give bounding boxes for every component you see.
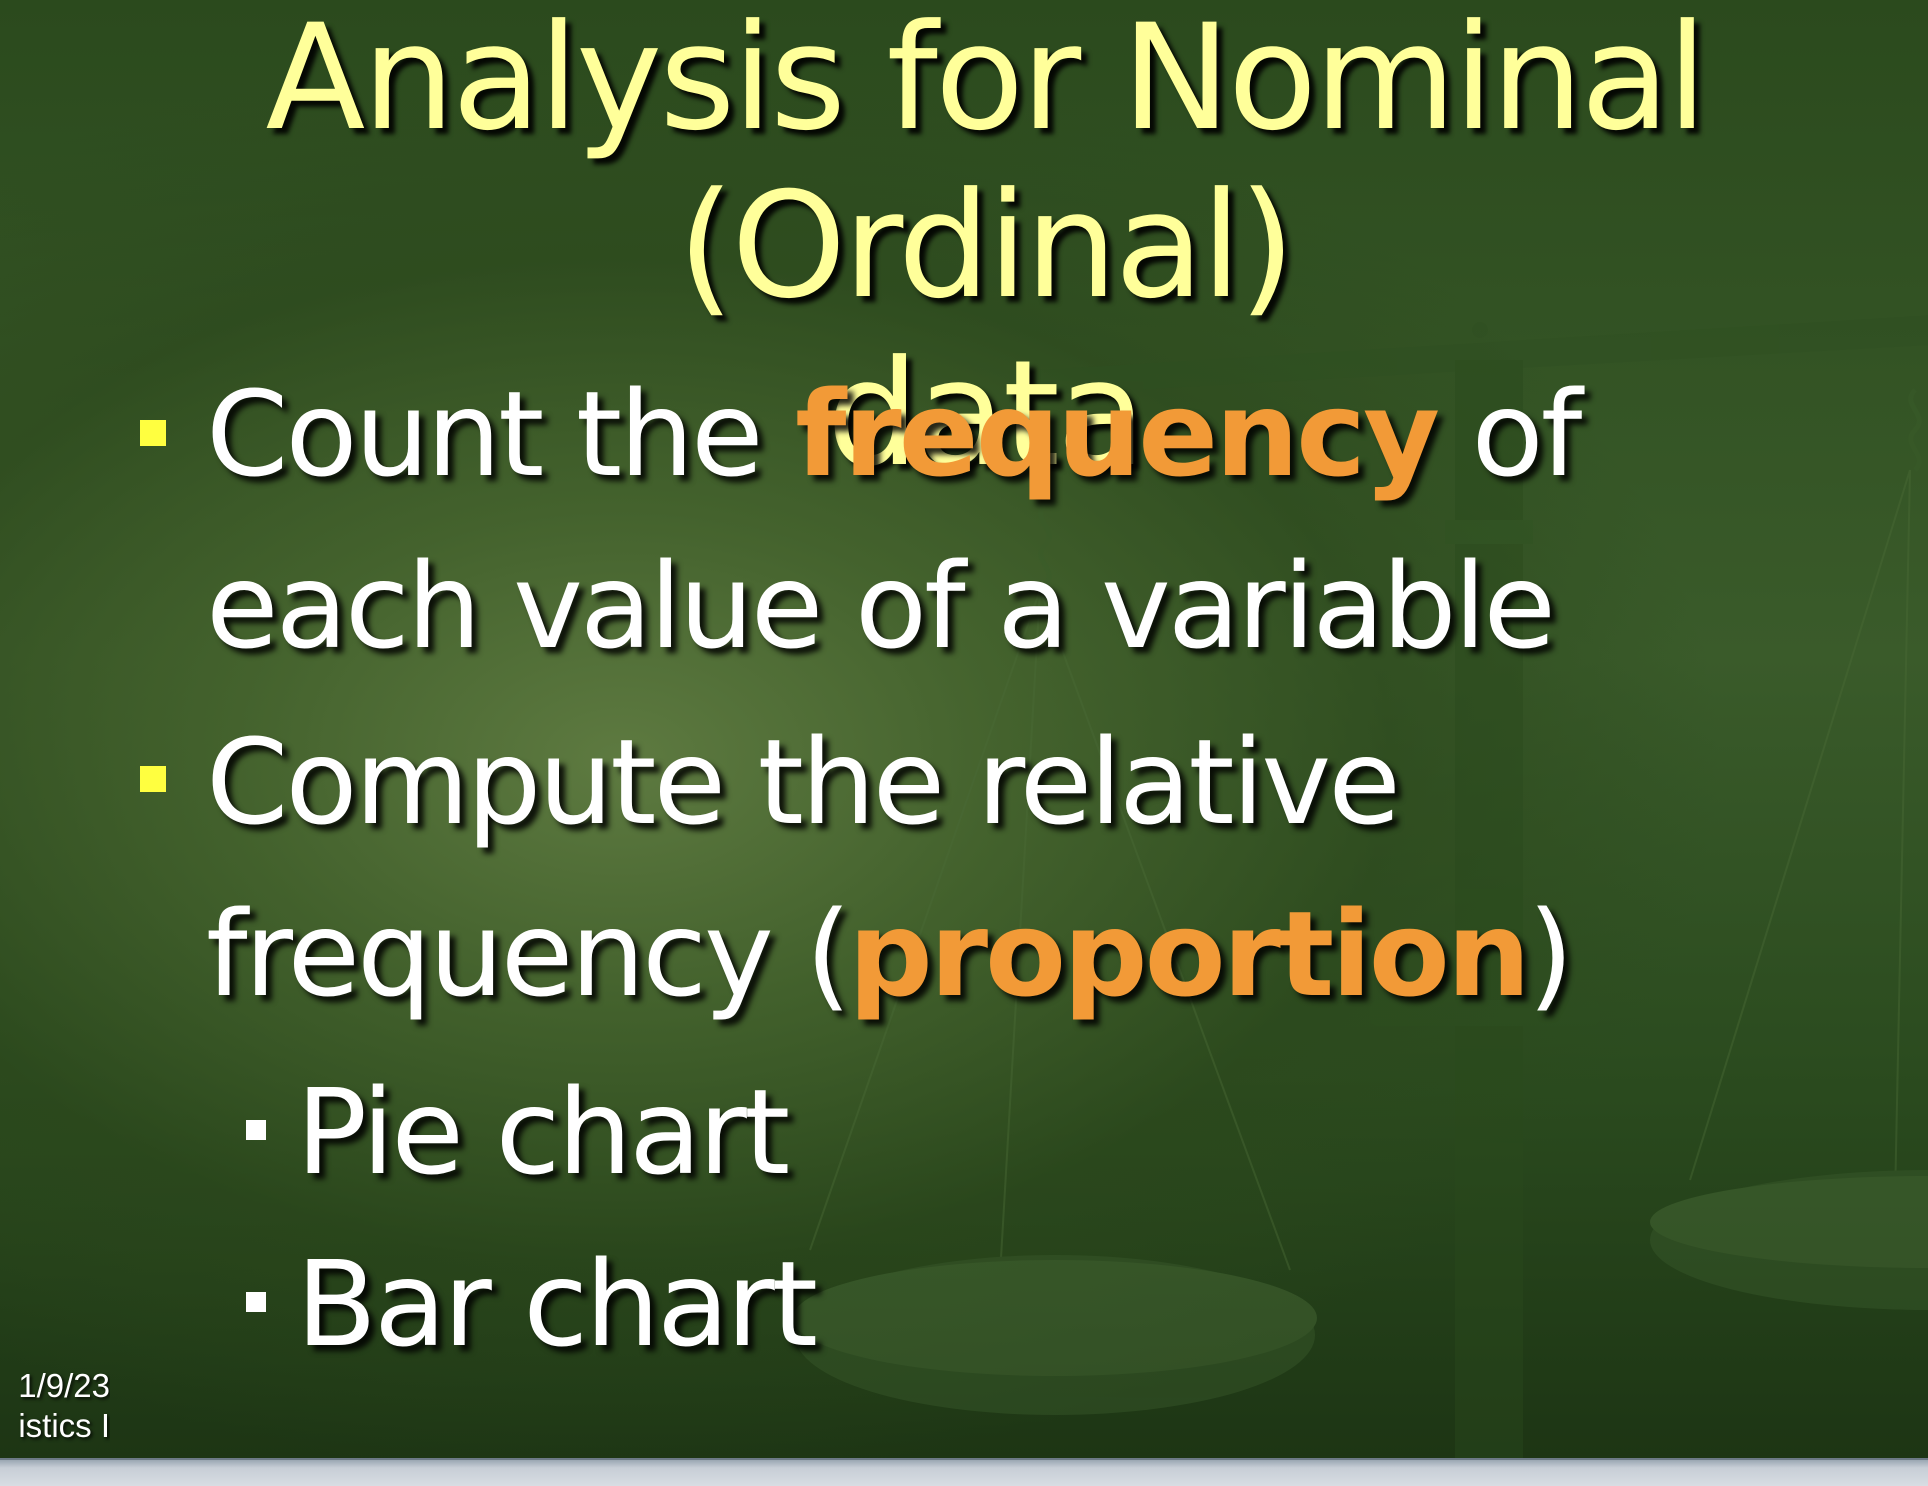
bullet-1-line-1: Count the frequency of	[206, 348, 1583, 520]
bullet-list: Count the frequency of each value of a v…	[0, 0, 1928, 1458]
bullet-item-relative-frequency: Compute the relative frequency (proporti…	[206, 696, 1574, 1040]
sub-bullet-pie-chart: Pie chart	[296, 1063, 790, 1201]
bullet-2-line-1: Compute the relative	[206, 713, 1401, 851]
bullet-marker-icon	[140, 420, 166, 446]
bullet-1-highlight: frequency	[795, 365, 1440, 503]
bullet-1-line-2: each value of a variable	[206, 537, 1556, 675]
window-bottom-bar	[0, 1458, 1928, 1486]
footer-course: istics I	[18, 1407, 110, 1444]
bullet-marker-icon	[140, 766, 166, 792]
bullet-1-text-before: Count the	[206, 365, 796, 503]
bullet-1-text-after: of	[1437, 365, 1583, 503]
bullet-2-highlight: proportion	[848, 885, 1530, 1023]
sub-bullet-bar-chart: Bar chart	[296, 1235, 818, 1373]
slide-canvas: Analysis for Nominal (Ordinal) data Coun…	[0, 0, 1928, 1458]
sub-bullet-marker-icon	[246, 1120, 266, 1140]
bullet-2-text-after: )	[1527, 885, 1574, 1023]
bullet-2-text-before: frequency (	[206, 885, 851, 1023]
sub-bullet-marker-icon	[246, 1292, 266, 1312]
bullet-item-frequency: Count the frequency of each value of a v…	[206, 348, 1583, 692]
bullet-2-line-2: frequency (proportion)	[206, 868, 1574, 1040]
footer-date: 1/9/23	[18, 1367, 110, 1404]
